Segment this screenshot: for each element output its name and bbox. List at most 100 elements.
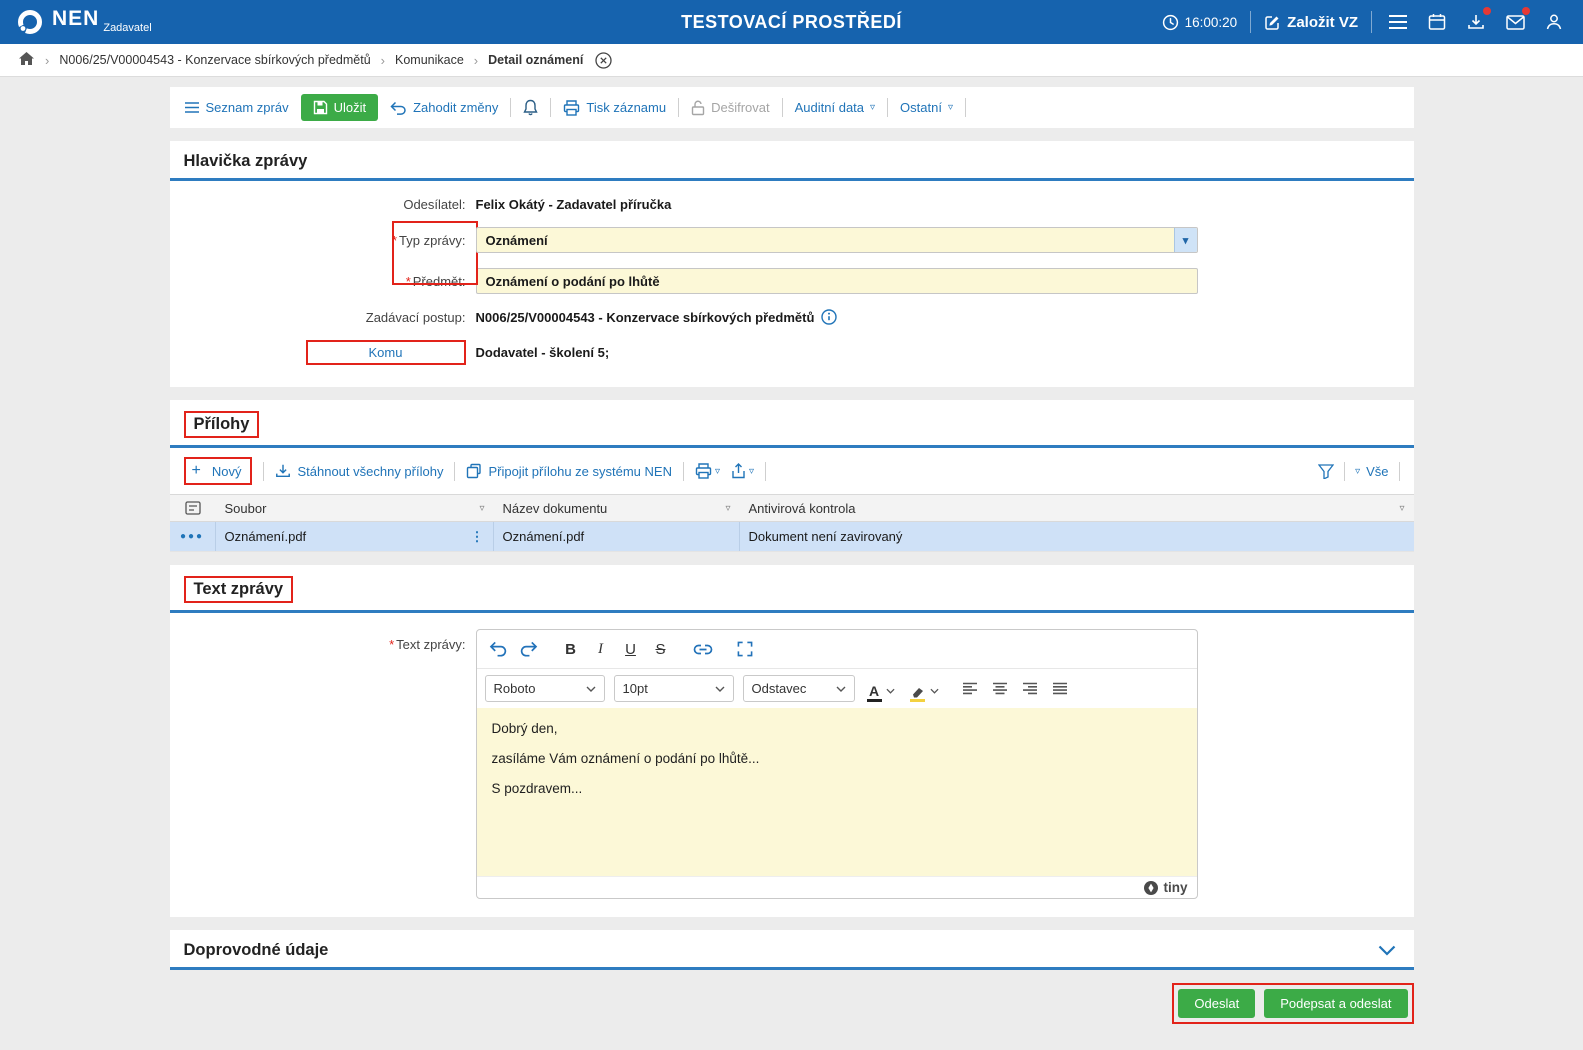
- editor-content-area[interactable]: Dobrý den, zasíláme Vám oznámení o podán…: [476, 708, 1197, 876]
- column-header-antivirus[interactable]: Antivirová kontrola ▿: [740, 495, 1414, 521]
- undo-icon: [489, 641, 507, 657]
- toolbar-card: Seznam zpráv Uložit Zahodit změny Tisk z…: [169, 87, 1414, 128]
- column-header-document-name[interactable]: Název dokumentu ▿: [494, 495, 740, 521]
- breadcrumb-item-detail: Detail oznámení: [488, 53, 584, 67]
- send-button[interactable]: Odeslat: [1178, 989, 1256, 1018]
- user-icon: [1546, 14, 1562, 30]
- header-separator: [1371, 11, 1372, 33]
- editor-paragraph: S pozdravem...: [491, 781, 583, 796]
- audit-data-button[interactable]: Auditní data ▿: [795, 100, 875, 115]
- select-chevron-icon[interactable]: ▾: [1173, 228, 1197, 252]
- header-right: 16:00:20 Založit VZ: [1162, 7, 1567, 35]
- new-attachment-button[interactable]: + Nový: [183, 457, 253, 485]
- align-left-button[interactable]: [957, 676, 983, 702]
- profile-button[interactable]: [1541, 9, 1567, 35]
- attach-from-nen-button[interactable]: Připojit přílohu ze systému NEN: [466, 463, 672, 479]
- breadcrumb-separator-icon: ›: [473, 52, 479, 68]
- toolbar-separator: [454, 461, 456, 481]
- print-attachments-button[interactable]: ▿: [695, 463, 720, 479]
- highlight-color-button[interactable]: [907, 675, 942, 702]
- filter-button[interactable]: [1318, 458, 1335, 484]
- bold-button[interactable]: B: [557, 635, 585, 663]
- page: NEN Zadavatel TESTOVACÍ PROSTŘEDÍ 16:00:…: [0, 0, 1583, 1050]
- italic-button[interactable]: I: [587, 635, 615, 663]
- print-record-button[interactable]: Tisk záznamu: [563, 99, 666, 116]
- create-vz-button[interactable]: Založit VZ: [1264, 14, 1358, 31]
- toolbar-separator: [887, 98, 889, 117]
- messages-button[interactable]: [1502, 7, 1530, 35]
- notifications-button[interactable]: [523, 99, 539, 116]
- align-right-button[interactable]: [1017, 676, 1043, 702]
- chevron-down-icon: ▿: [1355, 465, 1361, 477]
- attachment-name-cell[interactable]: Oznámení.pdf: [494, 522, 740, 551]
- hamburger-icon: [1389, 15, 1407, 29]
- message-text-card: Text zprávy * Text zprávy: B I U S Robot…: [169, 565, 1414, 917]
- downloads-button[interactable]: [1463, 7, 1491, 35]
- filter-chevron-icon[interactable]: ▿: [725, 503, 730, 514]
- row-handle-icon[interactable]: ⋮: [471, 529, 484, 545]
- save-button[interactable]: Uložit: [300, 94, 379, 121]
- redo-button[interactable]: [515, 635, 543, 663]
- align-center-button[interactable]: [987, 676, 1013, 702]
- message-header-body: Odesílatel: Felix Okátý - Zadavatel přír…: [170, 181, 1414, 387]
- strikethrough-button[interactable]: S: [647, 635, 675, 663]
- insert-link-button[interactable]: [689, 635, 717, 663]
- other-actions-button[interactable]: Ostatní ▿: [900, 100, 953, 115]
- underline-button[interactable]: U: [617, 635, 645, 663]
- message-type-select[interactable]: Oznámení ▾: [475, 227, 1198, 253]
- breadcrumb-item-communication[interactable]: Komunikace: [395, 53, 464, 67]
- download-all-button[interactable]: Stáhnout všechny přílohy: [275, 463, 443, 479]
- message-text-section-bar: Text zprávy: [169, 565, 1414, 613]
- font-size-select[interactable]: 10pt: [613, 675, 734, 702]
- recipient-link[interactable]: Komu: [305, 340, 466, 365]
- close-icon: [595, 51, 612, 69]
- detail-column-header[interactable]: [170, 495, 216, 521]
- clock-time: 16:00:20: [1184, 14, 1238, 30]
- export-attachments-button[interactable]: ▿: [731, 463, 754, 479]
- subject-input[interactable]: Oznámení o podání po lhůtě: [475, 268, 1198, 294]
- calendar-button[interactable]: [1424, 9, 1450, 35]
- discard-changes-button[interactable]: Zahodit změny: [390, 100, 498, 115]
- editor-statusbar: tiny: [476, 876, 1197, 898]
- filter-chevron-icon[interactable]: ▿: [1399, 503, 1404, 514]
- align-justify-button[interactable]: [1047, 676, 1073, 702]
- breadcrumb-item-procedure[interactable]: N006/25/V00004543 - Konzervace sbírkovýc…: [59, 53, 370, 67]
- text-color-button[interactable]: A: [864, 675, 898, 702]
- home-button[interactable]: [18, 51, 35, 69]
- bell-icon: [523, 99, 539, 116]
- required-asterisk: *: [391, 232, 398, 248]
- message-list-button[interactable]: Seznam zpráv: [184, 100, 289, 115]
- brand[interactable]: NEN Zadavatel: [16, 8, 152, 36]
- message-type-row: * Typ zprávy: Oznámení ▾: [184, 227, 1400, 253]
- alignment-group: [957, 676, 1073, 702]
- mail-icon: [1505, 14, 1525, 30]
- filter-chevron-icon[interactable]: ▿: [479, 503, 484, 514]
- download-icon: [276, 464, 291, 478]
- font-family-select[interactable]: Roboto: [484, 675, 605, 702]
- message-text-row: * Text zprávy: B I U S Roboto 10pt Odsta…: [184, 629, 1400, 899]
- menu-button[interactable]: [1385, 9, 1411, 35]
- chevron-down-icon: ▿: [749, 465, 755, 477]
- info-icon[interactable]: [821, 309, 838, 325]
- block-format-select[interactable]: Odstavec: [742, 675, 855, 702]
- chevron-down-icon: [885, 688, 895, 694]
- sign-and-send-button[interactable]: Podepsat a odeslat: [1264, 989, 1408, 1018]
- fullscreen-button[interactable]: [731, 635, 759, 663]
- view-all-filter[interactable]: ▿ Vše: [1355, 464, 1388, 479]
- row-menu-button[interactable]: ●●●: [170, 522, 216, 551]
- toolbar-separator: [510, 98, 512, 117]
- printer-icon: [564, 99, 580, 116]
- tiny-brand-label[interactable]: tiny: [1163, 880, 1187, 895]
- attachments-card: Přílohy + Nový Stáhnout všechny přílohy: [169, 400, 1414, 552]
- save-label: Uložit: [333, 100, 367, 115]
- expand-section-button[interactable]: [1378, 945, 1400, 956]
- close-tab-button[interactable]: [595, 51, 612, 69]
- toolbar-separator: [765, 461, 767, 481]
- attachment-file-cell[interactable]: Oznámení.pdf ⋮: [216, 522, 494, 551]
- attachments-toolbar-right: ▿ Vše: [1318, 458, 1400, 484]
- undo-button[interactable]: [485, 635, 513, 663]
- chevron-down-icon: ▿: [714, 465, 720, 477]
- attachment-row[interactable]: ●●● Oznámení.pdf ⋮ Oznámení.pdf Dokument…: [169, 522, 1414, 552]
- column-header-file[interactable]: Soubor ▿: [216, 495, 494, 521]
- funnel-icon: [1318, 463, 1335, 479]
